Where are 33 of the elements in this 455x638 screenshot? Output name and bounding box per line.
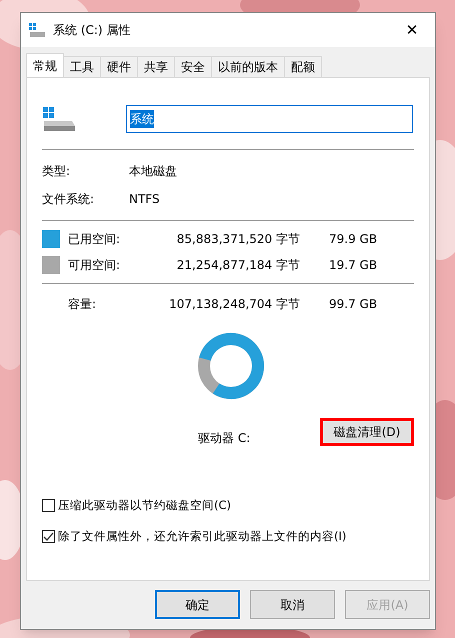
tab[interactable]: 硬件	[101, 56, 138, 77]
tab[interactable]: 以前的版本	[212, 56, 285, 77]
space-size: 79.9 GB	[329, 231, 378, 248]
tab[interactable]: 安全	[175, 56, 212, 77]
name-field[interactable]: 系统	[126, 105, 413, 133]
property-value: NTFS	[129, 191, 160, 208]
capacity-label: 容量:	[68, 296, 98, 313]
space-bytes: 85,883,371,520 字节	[176, 231, 300, 248]
dialog-button[interactable]: 确定	[155, 590, 240, 619]
drive-icon	[29, 23, 45, 37]
space-size: 19.7 GB	[329, 257, 378, 274]
space-bytes: 21,254,877,184 字节	[176, 257, 300, 274]
property-label: 类型:	[42, 163, 72, 180]
window-title: 系统 (C:) 属性	[53, 22, 132, 39]
disk-cleanup-button[interactable]: 磁盘清理(D)	[320, 418, 414, 446]
dialog-button[interactable]: 取消	[250, 590, 335, 619]
capacity-size: 99.7 GB	[329, 296, 378, 313]
property-label: 文件系统:	[42, 191, 96, 208]
drive-label: 驱动器 C:	[198, 430, 250, 447]
property-value: 本地磁盘	[129, 163, 177, 180]
tab[interactable]: 共享	[138, 56, 175, 77]
tab[interactable]: 常规	[26, 53, 64, 77]
tab[interactable]: 配额	[285, 56, 322, 77]
space-label: 已用空间:	[68, 231, 122, 248]
tab[interactable]: 工具	[64, 56, 101, 77]
checkbox[interactable]	[42, 530, 55, 544]
checkbox-label: 压缩此驱动器以节约磁盘空间(C)	[58, 497, 232, 514]
checkbox-label: 除了文件属性外，还允许索引此驱动器上文件的内容(I)	[58, 528, 346, 546]
space-label: 可用空间:	[68, 257, 122, 274]
capacity-bytes: 107,138,248,704 字节	[168, 296, 300, 313]
checkbox[interactable]	[42, 499, 55, 512]
close-button[interactable]: ✕	[397, 18, 427, 42]
drive-icon	[42, 106, 76, 132]
